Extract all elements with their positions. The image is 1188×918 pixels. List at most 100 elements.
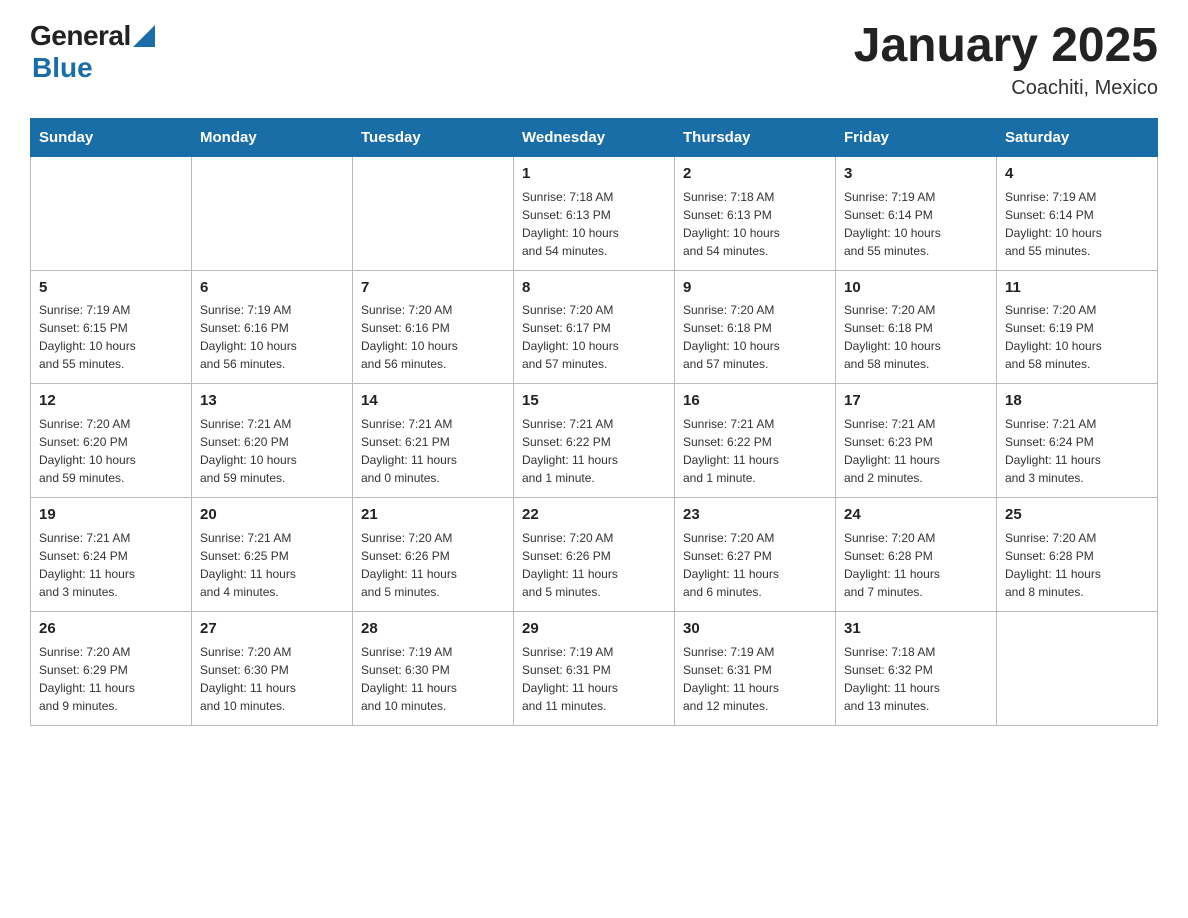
day-info: Sunrise: 7:20 AM Sunset: 6:28 PM Dayligh… (1005, 529, 1149, 601)
day-info: Sunrise: 7:21 AM Sunset: 6:24 PM Dayligh… (39, 529, 183, 601)
calendar-cell: 4 Sunrise: 7:19 AM Sunset: 6:14 PM Daylig… (997, 156, 1158, 270)
calendar-cell: 31 Sunrise: 7:18 AM Sunset: 6:32 PM Dayli… (836, 611, 997, 725)
title-block: January 2025 Coachiti, Mexico (854, 20, 1158, 100)
day-info: Sunrise: 7:19 AM Sunset: 6:31 PM Dayligh… (683, 643, 827, 715)
calendar-day-header: Wednesday (514, 118, 675, 156)
calendar-day-header: Monday (192, 118, 353, 156)
day-number: 30 (683, 618, 827, 640)
calendar-cell: 3Sunrise: 7:19 AM Sunset: 6:14 PM Daylig… (836, 156, 997, 270)
calendar-cell: 2 Sunrise: 7:18 AM Sunset: 6:13 PM Daylig… (675, 156, 836, 270)
calendar-cell: 29 Sunrise: 7:19 AM Sunset: 6:31 PM Dayli… (514, 611, 675, 725)
day-number: 22 (522, 504, 666, 526)
day-number: 9 (683, 277, 827, 299)
day-number: 18 (1005, 390, 1149, 412)
calendar-cell: 13 Sunrise: 7:21 AM Sunset: 6:20 PM Dayli… (192, 384, 353, 498)
calendar-cell: 22 Sunrise: 7:20 AM Sunset: 6:26 PM Dayli… (514, 498, 675, 612)
calendar-cell: 10Sunrise: 7:20 AM Sunset: 6:18 PM Dayli… (836, 270, 997, 384)
calendar-week-row: 1 Sunrise: 7:18 AM Sunset: 6:13 PM Daylig… (31, 156, 1158, 270)
calendar-cell: 5Sunrise: 7:19 AM Sunset: 6:15 PM Daylig… (31, 270, 192, 384)
day-number: 12 (39, 390, 183, 412)
day-info: Sunrise: 7:20 AM Sunset: 6:28 PM Dayligh… (844, 529, 988, 601)
day-number: 2 (683, 163, 827, 185)
logo: General Blue (30, 20, 155, 84)
day-number: 28 (361, 618, 505, 640)
calendar-cell: 30 Sunrise: 7:19 AM Sunset: 6:31 PM Dayli… (675, 611, 836, 725)
day-number: 27 (200, 618, 344, 640)
day-number: 10 (844, 277, 988, 299)
calendar-cell: 14Sunrise: 7:21 AM Sunset: 6:21 PM Dayli… (353, 384, 514, 498)
day-info: Sunrise: 7:21 AM Sunset: 6:22 PM Dayligh… (522, 415, 666, 487)
day-number: 11 (1005, 277, 1149, 299)
day-number: 26 (39, 618, 183, 640)
calendar-cell: 8Sunrise: 7:20 AM Sunset: 6:17 PM Daylig… (514, 270, 675, 384)
day-number: 13 (200, 390, 344, 412)
day-number: 3 (844, 163, 988, 185)
calendar-cell: 15 Sunrise: 7:21 AM Sunset: 6:22 PM Dayli… (514, 384, 675, 498)
day-info: Sunrise: 7:19 AM Sunset: 6:16 PM Dayligh… (200, 301, 344, 373)
calendar-day-header: Sunday (31, 118, 192, 156)
day-number: 23 (683, 504, 827, 526)
day-number: 29 (522, 618, 666, 640)
logo-top-row: General (30, 20, 155, 52)
day-number: 19 (39, 504, 183, 526)
day-number: 1 (522, 163, 666, 185)
calendar-day-header: Tuesday (353, 118, 514, 156)
calendar-cell: 12 Sunrise: 7:20 AM Sunset: 6:20 PM Dayli… (31, 384, 192, 498)
day-number: 5 (39, 277, 183, 299)
logo-bottom-row: Blue (30, 52, 155, 84)
calendar-week-row: 5Sunrise: 7:19 AM Sunset: 6:15 PM Daylig… (31, 270, 1158, 384)
day-info: Sunrise: 7:20 AM Sunset: 6:26 PM Dayligh… (522, 529, 666, 601)
page-header: General Blue January 2025 Coachiti, Mexi… (30, 20, 1158, 100)
day-info: Sunrise: 7:21 AM Sunset: 6:22 PM Dayligh… (683, 415, 827, 487)
calendar-cell: 11Sunrise: 7:20 AM Sunset: 6:19 PM Dayli… (997, 270, 1158, 384)
calendar-cell (997, 611, 1158, 725)
day-info: Sunrise: 7:19 AM Sunset: 6:30 PM Dayligh… (361, 643, 505, 715)
calendar-cell (31, 156, 192, 270)
day-number: 17 (844, 390, 988, 412)
calendar-cell: 28 Sunrise: 7:19 AM Sunset: 6:30 PM Dayli… (353, 611, 514, 725)
day-info: Sunrise: 7:18 AM Sunset: 6:32 PM Dayligh… (844, 643, 988, 715)
day-info: Sunrise: 7:20 AM Sunset: 6:18 PM Dayligh… (844, 301, 988, 373)
calendar-day-header: Saturday (997, 118, 1158, 156)
day-info: Sunrise: 7:20 AM Sunset: 6:26 PM Dayligh… (361, 529, 505, 601)
calendar-day-header: Thursday (675, 118, 836, 156)
calendar-table: SundayMondayTuesdayWednesdayThursdayFrid… (30, 118, 1158, 726)
calendar-week-row: 12 Sunrise: 7:20 AM Sunset: 6:20 PM Dayli… (31, 384, 1158, 498)
page-title: January 2025 (854, 20, 1158, 73)
calendar-cell: 16 Sunrise: 7:21 AM Sunset: 6:22 PM Dayli… (675, 384, 836, 498)
calendar-cell: 25 Sunrise: 7:20 AM Sunset: 6:28 PM Dayli… (997, 498, 1158, 612)
calendar-week-row: 19 Sunrise: 7:21 AM Sunset: 6:24 PM Dayli… (31, 498, 1158, 612)
calendar-cell: 27Sunrise: 7:20 AM Sunset: 6:30 PM Dayli… (192, 611, 353, 725)
calendar-cell: 6Sunrise: 7:19 AM Sunset: 6:16 PM Daylig… (192, 270, 353, 384)
logo-general-text: General (30, 20, 131, 52)
day-number: 6 (200, 277, 344, 299)
day-number: 16 (683, 390, 827, 412)
day-info: Sunrise: 7:19 AM Sunset: 6:14 PM Dayligh… (1005, 188, 1149, 260)
day-number: 8 (522, 277, 666, 299)
day-number: 20 (200, 504, 344, 526)
calendar-cell: 21 Sunrise: 7:20 AM Sunset: 6:26 PM Dayli… (353, 498, 514, 612)
day-number: 21 (361, 504, 505, 526)
page-subtitle: Coachiti, Mexico (854, 77, 1158, 100)
calendar-week-row: 26Sunrise: 7:20 AM Sunset: 6:29 PM Dayli… (31, 611, 1158, 725)
day-number: 15 (522, 390, 666, 412)
day-number: 25 (1005, 504, 1149, 526)
day-number: 14 (361, 390, 505, 412)
day-info: Sunrise: 7:21 AM Sunset: 6:20 PM Dayligh… (200, 415, 344, 487)
day-number: 31 (844, 618, 988, 640)
day-info: Sunrise: 7:20 AM Sunset: 6:19 PM Dayligh… (1005, 301, 1149, 373)
day-number: 4 (1005, 163, 1149, 185)
calendar-cell: 17 Sunrise: 7:21 AM Sunset: 6:23 PM Dayli… (836, 384, 997, 498)
day-number: 7 (361, 277, 505, 299)
day-info: Sunrise: 7:19 AM Sunset: 6:15 PM Dayligh… (39, 301, 183, 373)
day-info: Sunrise: 7:20 AM Sunset: 6:20 PM Dayligh… (39, 415, 183, 487)
day-info: Sunrise: 7:19 AM Sunset: 6:31 PM Dayligh… (522, 643, 666, 715)
calendar-cell (353, 156, 514, 270)
calendar-cell: 24Sunrise: 7:20 AM Sunset: 6:28 PM Dayli… (836, 498, 997, 612)
calendar-cell: 20Sunrise: 7:21 AM Sunset: 6:25 PM Dayli… (192, 498, 353, 612)
calendar-header-row: SundayMondayTuesdayWednesdayThursdayFrid… (31, 118, 1158, 156)
logo-triangle-icon (133, 25, 155, 47)
day-info: Sunrise: 7:18 AM Sunset: 6:13 PM Dayligh… (683, 188, 827, 260)
day-info: Sunrise: 7:20 AM Sunset: 6:27 PM Dayligh… (683, 529, 827, 601)
day-info: Sunrise: 7:21 AM Sunset: 6:23 PM Dayligh… (844, 415, 988, 487)
